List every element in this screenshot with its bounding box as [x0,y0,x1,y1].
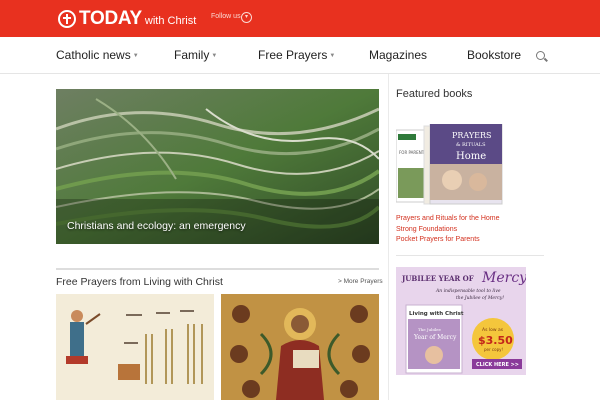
prayer-thumbnail[interactable] [221,294,379,400]
book-link[interactable]: Pocket Prayers for Parents [396,236,480,243]
jubilee-ad-banner[interactable]: JUBILEE YEAR OF Mercy An indispensable t… [396,267,526,375]
section-title: Free Prayers from Living with Christ [56,276,223,288]
svg-text:& RITUALS: & RITUALS [456,142,486,148]
svg-text:Home: Home [456,151,486,162]
nav-item-label: Bookstore [467,48,522,62]
nav-item-magazines[interactable]: Magazines [369,48,427,62]
nav-item-label: Family [174,48,210,62]
svg-text:The Jubilee: The Jubilee [418,327,442,332]
main-nav: Catholic news ▼ Family ▼ Free Prayers ▼ Mag… [0,37,600,74]
svg-text:Year of Mercy: Year of Mercy [413,334,457,341]
ad-graphic: JUBILEE YEAR OF Mercy An indispensable t… [396,267,526,375]
featured-books-title: Featured books [396,88,473,100]
svg-text:PRAYERS: PRAYERS [452,131,491,140]
nav-item-label: Magazines [369,48,428,62]
nav-item-family[interactable]: Family ▼ [174,48,217,62]
book-link[interactable]: Strong Foundations [396,226,457,233]
prayer-thumbnail[interactable] [56,294,214,400]
more-prayers-label: More Prayers [343,278,383,285]
book-link[interactable]: Prayers and Rituals for the Home [396,215,500,222]
ad-cta: CLICK HERE >> [476,362,519,368]
hero-caption: Christians and ecology: an emergency [67,220,246,232]
nav-item-bookstore[interactable]: Bookstore [467,48,521,62]
ad-price-unit: per copy! [484,347,503,352]
nav-item-catholic-news[interactable]: Catholic news ▼ [56,48,139,62]
nav-item-free-prayers[interactable]: Free Prayers ▼ [258,48,335,62]
ad-headline: JUBILEE YEAR OF [401,274,474,283]
chevron-down-icon: ▼ [211,52,218,59]
site-logo[interactable]: TODAY with Christ [58,7,196,31]
ad-magazine: Living with Christ [409,311,464,317]
prayer-illustration [56,294,214,400]
nav-item-label: Catholic news [56,48,131,62]
ad-headline-accent: Mercy [481,270,526,286]
chevron-down-icon: ▼ [329,52,336,59]
site-header: TODAY with Christ Follow us ▾ [0,0,600,37]
follow-label: Follow us [211,13,241,20]
ad-price-label: As low as [482,327,504,333]
logo-main: TODAY [79,8,142,29]
follow-dropdown-icon[interactable]: ▾ [241,12,252,23]
cross-icon [58,10,76,28]
sidebar-divider [396,255,544,256]
icon-christ-illustration [221,294,379,400]
book-small-label: FOR PARENTS [399,150,427,155]
book-covers-image: FOR PARENTS PRAYERS & RITUALS Home [395,123,503,205]
svg-text:the Jubilee of Mercy!: the Jubilee of Mercy! [456,295,504,301]
logo-sub: with Christ [144,15,197,27]
more-prayers-link[interactable]: > More Prayers [338,278,383,285]
chevron-down-icon: ▼ [132,52,139,59]
svg-text:An indispensable tool to live: An indispensable tool to live [435,288,501,294]
nav-item-label: Free Prayers [258,48,328,62]
featured-books-cover[interactable]: FOR PARENTS PRAYERS & RITUALS Home [395,123,506,208]
ad-price: $3.50 [478,334,513,347]
section-divider [56,268,379,270]
hero-article[interactable]: Christians and ecology: an emergency [56,89,379,244]
search-icon[interactable] [536,51,545,60]
column-divider [388,74,389,400]
